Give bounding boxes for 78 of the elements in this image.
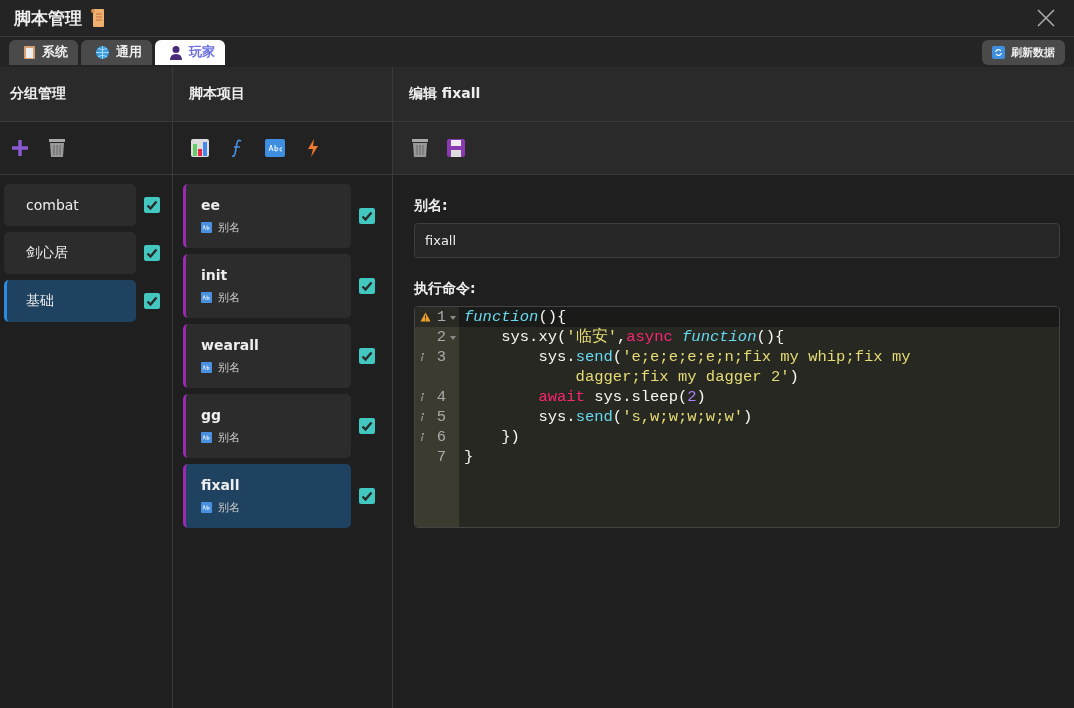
group-item[interactable]: 基础 [4, 280, 136, 322]
alias-label: 别名 [218, 360, 240, 375]
checkbox[interactable] [359, 348, 375, 364]
close-icon[interactable] [1036, 8, 1056, 28]
info-icon [420, 392, 425, 402]
group-item[interactable]: 剑心居 [4, 232, 136, 274]
code-line: } [463, 447, 474, 467]
line-number: 7 [436, 447, 446, 467]
abc-icon [201, 362, 212, 373]
scroll-icon [90, 8, 106, 28]
window-title: 脚本管理 [14, 6, 82, 30]
tab[interactable]: 系统 [9, 39, 78, 65]
abc-icon [201, 502, 212, 513]
checkbox[interactable] [359, 488, 375, 504]
line-number: 5 [436, 407, 446, 427]
checkbox[interactable] [359, 418, 375, 434]
trash-icon[interactable] [48, 138, 66, 158]
line-number: 1 [436, 307, 446, 327]
info-icon [420, 352, 425, 362]
code-line: sys.send('e;e;e;e;e;n;fix my whip;fix my dagger;fix my dagger 2') [537, 347, 911, 387]
bar-chart-icon[interactable] [191, 139, 209, 157]
abc-icon [201, 222, 212, 233]
group-item[interactable]: combat [4, 184, 136, 226]
person-icon [169, 44, 183, 60]
alias-label: 别名 [218, 290, 240, 305]
checkbox[interactable] [144, 197, 160, 213]
fold-icon[interactable] [450, 336, 456, 340]
script-item[interactable]: ee 别名 [183, 184, 351, 248]
save-icon[interactable] [447, 139, 465, 157]
code-editor[interactable]: 1 function(){ 2 sys.xy('临安',async function(){ 3 sys.send('e;e;e;e;e;n;fix my whip;fix my dagger;fix my dagger 2') 4 await sys.sleep(2) 5 sys.send('s,w;w;w;w;w') 6 }) 7 } [414, 306, 1060, 528]
code-line: sys.xy('临安',async function(){ [500, 327, 785, 347]
trash-icon[interactable] [411, 138, 429, 158]
panel-title: 脚本项目 [189, 85, 245, 103]
abc-icon[interactable] [265, 139, 285, 157]
alias-label: 别名 [218, 220, 240, 235]
checkbox[interactable] [359, 278, 375, 294]
info-icon [420, 432, 425, 442]
script-name: wearall [201, 337, 260, 353]
panel-title: 分组管理 [10, 85, 66, 103]
script-name: fixall [201, 477, 241, 493]
alias-input-field[interactable]: fixall [414, 223, 1060, 258]
tab[interactable]: 玩家 [155, 39, 225, 65]
line-number: 3 [436, 347, 446, 368]
function-icon[interactable] [231, 138, 243, 158]
warning-icon [420, 312, 431, 322]
line-number: 4 [436, 387, 446, 407]
refresh-icon [992, 45, 1005, 59]
script-item[interactable]: gg 别名 [183, 394, 351, 458]
abc-icon [201, 432, 212, 443]
checkbox[interactable] [359, 208, 375, 224]
script-item[interactable]: wearall 别名 [183, 324, 351, 388]
script-name: ee [201, 197, 221, 213]
add-icon[interactable] [10, 138, 30, 158]
panel-title: 编辑 fixall [409, 85, 481, 103]
script-item[interactable]: init 别名 [183, 254, 351, 318]
checkbox[interactable] [144, 245, 160, 261]
tab[interactable]: 通用 [81, 39, 152, 65]
lightning-icon[interactable] [307, 138, 319, 158]
alias-label: 别名 [218, 500, 240, 515]
script-name: gg [201, 407, 223, 423]
code-line: await sys.sleep(2) [537, 387, 706, 407]
globe-icon [95, 44, 110, 60]
code-line: sys.send('s,w;w;w;w;w') [537, 407, 753, 427]
code-line: function(){ [463, 307, 567, 327]
script-name: init [201, 267, 229, 283]
code-line: }) [500, 427, 520, 447]
fold-icon[interactable] [450, 316, 456, 320]
checkbox[interactable] [144, 293, 160, 309]
clipboard-icon [23, 44, 36, 60]
script-item[interactable]: fixall 别名 [183, 464, 351, 528]
line-number: 2 [436, 327, 446, 347]
info-icon [420, 412, 425, 422]
refresh-button[interactable]: 刷新数据 [982, 39, 1065, 65]
line-number: 6 [436, 427, 446, 447]
field-label: 别名: [414, 197, 449, 215]
alias-label: 别名 [218, 430, 240, 445]
abc-icon [201, 292, 212, 303]
field-label: 执行命令: [414, 280, 477, 298]
